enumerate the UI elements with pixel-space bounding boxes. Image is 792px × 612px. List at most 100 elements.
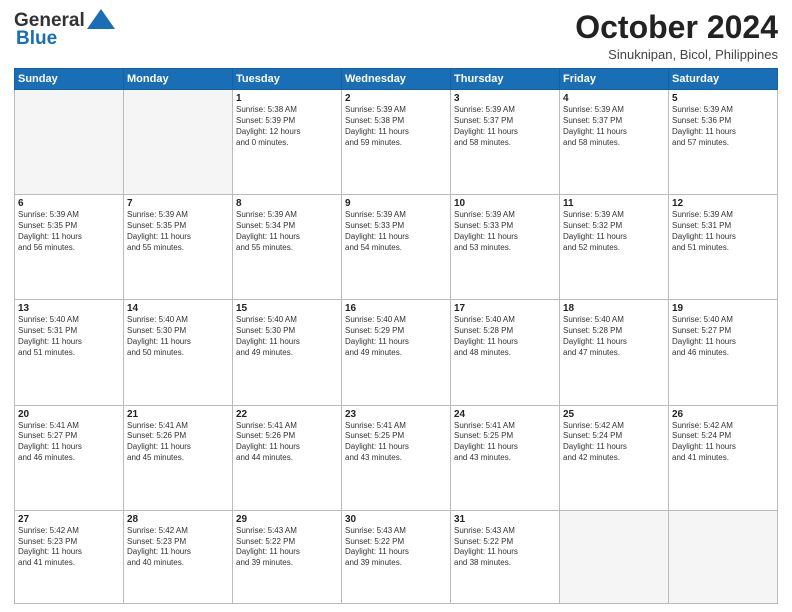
table-row: 12Sunrise: 5:39 AM Sunset: 5:31 PM Dayli… xyxy=(669,195,778,300)
table-row: 15Sunrise: 5:40 AM Sunset: 5:30 PM Dayli… xyxy=(233,300,342,405)
table-row: 7Sunrise: 5:39 AM Sunset: 5:35 PM Daylig… xyxy=(124,195,233,300)
day-number: 22 xyxy=(236,409,338,420)
day-info: Sunrise: 5:40 AM Sunset: 5:30 PM Dayligh… xyxy=(127,315,229,358)
table-row: 26Sunrise: 5:42 AM Sunset: 5:24 PM Dayli… xyxy=(669,405,778,510)
table-row: 19Sunrise: 5:40 AM Sunset: 5:27 PM Dayli… xyxy=(669,300,778,405)
table-row: 10Sunrise: 5:39 AM Sunset: 5:33 PM Dayli… xyxy=(451,195,560,300)
table-row: 8Sunrise: 5:39 AM Sunset: 5:34 PM Daylig… xyxy=(233,195,342,300)
day-number: 14 xyxy=(127,303,229,314)
table-row xyxy=(15,90,124,195)
day-info: Sunrise: 5:42 AM Sunset: 5:23 PM Dayligh… xyxy=(127,526,229,569)
day-number: 12 xyxy=(672,198,774,209)
table-row: 24Sunrise: 5:41 AM Sunset: 5:25 PM Dayli… xyxy=(451,405,560,510)
day-number: 30 xyxy=(345,514,447,525)
logo-icon xyxy=(87,9,115,29)
table-row: 21Sunrise: 5:41 AM Sunset: 5:26 PM Dayli… xyxy=(124,405,233,510)
table-row: 4Sunrise: 5:39 AM Sunset: 5:37 PM Daylig… xyxy=(560,90,669,195)
calendar-week-row: 13Sunrise: 5:40 AM Sunset: 5:31 PM Dayli… xyxy=(15,300,778,405)
day-number: 29 xyxy=(236,514,338,525)
day-info: Sunrise: 5:41 AM Sunset: 5:27 PM Dayligh… xyxy=(18,421,120,464)
day-number: 21 xyxy=(127,409,229,420)
day-info: Sunrise: 5:42 AM Sunset: 5:23 PM Dayligh… xyxy=(18,526,120,569)
table-row xyxy=(560,510,669,603)
day-info: Sunrise: 5:43 AM Sunset: 5:22 PM Dayligh… xyxy=(236,526,338,569)
day-info: Sunrise: 5:40 AM Sunset: 5:31 PM Dayligh… xyxy=(18,315,120,358)
logo-blue: Blue xyxy=(16,28,57,50)
table-row: 23Sunrise: 5:41 AM Sunset: 5:25 PM Dayli… xyxy=(342,405,451,510)
header-sunday: Sunday xyxy=(15,69,124,90)
day-info: Sunrise: 5:40 AM Sunset: 5:29 PM Dayligh… xyxy=(345,315,447,358)
day-info: Sunrise: 5:39 AM Sunset: 5:35 PM Dayligh… xyxy=(127,210,229,253)
calendar-table: Sunday Monday Tuesday Wednesday Thursday… xyxy=(14,68,778,604)
day-info: Sunrise: 5:39 AM Sunset: 5:36 PM Dayligh… xyxy=(672,105,774,148)
day-info: Sunrise: 5:40 AM Sunset: 5:30 PM Dayligh… xyxy=(236,315,338,358)
day-number: 28 xyxy=(127,514,229,525)
day-number: 24 xyxy=(454,409,556,420)
day-info: Sunrise: 5:42 AM Sunset: 5:24 PM Dayligh… xyxy=(672,421,774,464)
day-number: 8 xyxy=(236,198,338,209)
table-row: 25Sunrise: 5:42 AM Sunset: 5:24 PM Dayli… xyxy=(560,405,669,510)
day-number: 23 xyxy=(345,409,447,420)
table-row: 28Sunrise: 5:42 AM Sunset: 5:23 PM Dayli… xyxy=(124,510,233,603)
day-info: Sunrise: 5:42 AM Sunset: 5:24 PM Dayligh… xyxy=(563,421,665,464)
calendar-week-row: 1Sunrise: 5:38 AM Sunset: 5:39 PM Daylig… xyxy=(15,90,778,195)
table-row: 30Sunrise: 5:43 AM Sunset: 5:22 PM Dayli… xyxy=(342,510,451,603)
day-number: 13 xyxy=(18,303,120,314)
calendar-header-row: Sunday Monday Tuesday Wednesday Thursday… xyxy=(15,69,778,90)
table-row: 3Sunrise: 5:39 AM Sunset: 5:37 PM Daylig… xyxy=(451,90,560,195)
day-info: Sunrise: 5:43 AM Sunset: 5:22 PM Dayligh… xyxy=(345,526,447,569)
day-number: 2 xyxy=(345,93,447,104)
table-row xyxy=(124,90,233,195)
calendar-week-row: 6Sunrise: 5:39 AM Sunset: 5:35 PM Daylig… xyxy=(15,195,778,300)
day-info: Sunrise: 5:39 AM Sunset: 5:33 PM Dayligh… xyxy=(345,210,447,253)
title-block: October 2024 Sinuknipan, Bicol, Philippi… xyxy=(575,10,778,62)
day-info: Sunrise: 5:40 AM Sunset: 5:28 PM Dayligh… xyxy=(563,315,665,358)
table-row: 29Sunrise: 5:43 AM Sunset: 5:22 PM Dayli… xyxy=(233,510,342,603)
day-info: Sunrise: 5:39 AM Sunset: 5:37 PM Dayligh… xyxy=(563,105,665,148)
table-row: 5Sunrise: 5:39 AM Sunset: 5:36 PM Daylig… xyxy=(669,90,778,195)
table-row: 16Sunrise: 5:40 AM Sunset: 5:29 PM Dayli… xyxy=(342,300,451,405)
table-row xyxy=(669,510,778,603)
header-friday: Friday xyxy=(560,69,669,90)
table-row: 1Sunrise: 5:38 AM Sunset: 5:39 PM Daylig… xyxy=(233,90,342,195)
day-info: Sunrise: 5:39 AM Sunset: 5:34 PM Dayligh… xyxy=(236,210,338,253)
day-info: Sunrise: 5:41 AM Sunset: 5:25 PM Dayligh… xyxy=(345,421,447,464)
table-row: 6Sunrise: 5:39 AM Sunset: 5:35 PM Daylig… xyxy=(15,195,124,300)
day-number: 11 xyxy=(563,198,665,209)
table-row: 14Sunrise: 5:40 AM Sunset: 5:30 PM Dayli… xyxy=(124,300,233,405)
header-thursday: Thursday xyxy=(451,69,560,90)
table-row: 13Sunrise: 5:40 AM Sunset: 5:31 PM Dayli… xyxy=(15,300,124,405)
header-wednesday: Wednesday xyxy=(342,69,451,90)
page: General Blue October 2024 Sinuknipan, Bi… xyxy=(0,0,792,612)
day-number: 1 xyxy=(236,93,338,104)
table-row: 18Sunrise: 5:40 AM Sunset: 5:28 PM Dayli… xyxy=(560,300,669,405)
day-info: Sunrise: 5:38 AM Sunset: 5:39 PM Dayligh… xyxy=(236,105,338,148)
day-info: Sunrise: 5:40 AM Sunset: 5:28 PM Dayligh… xyxy=(454,315,556,358)
day-number: 25 xyxy=(563,409,665,420)
day-number: 16 xyxy=(345,303,447,314)
table-row: 22Sunrise: 5:41 AM Sunset: 5:26 PM Dayli… xyxy=(233,405,342,510)
day-number: 26 xyxy=(672,409,774,420)
day-number: 6 xyxy=(18,198,120,209)
header-monday: Monday xyxy=(124,69,233,90)
day-info: Sunrise: 5:39 AM Sunset: 5:38 PM Dayligh… xyxy=(345,105,447,148)
location: Sinuknipan, Bicol, Philippines xyxy=(575,47,778,62)
logo: General Blue xyxy=(14,10,115,50)
table-row: 2Sunrise: 5:39 AM Sunset: 5:38 PM Daylig… xyxy=(342,90,451,195)
day-info: Sunrise: 5:41 AM Sunset: 5:26 PM Dayligh… xyxy=(127,421,229,464)
day-info: Sunrise: 5:41 AM Sunset: 5:25 PM Dayligh… xyxy=(454,421,556,464)
day-number: 17 xyxy=(454,303,556,314)
header-saturday: Saturday xyxy=(669,69,778,90)
day-number: 18 xyxy=(563,303,665,314)
day-info: Sunrise: 5:39 AM Sunset: 5:35 PM Dayligh… xyxy=(18,210,120,253)
day-number: 31 xyxy=(454,514,556,525)
day-info: Sunrise: 5:39 AM Sunset: 5:32 PM Dayligh… xyxy=(563,210,665,253)
header-tuesday: Tuesday xyxy=(233,69,342,90)
table-row: 11Sunrise: 5:39 AM Sunset: 5:32 PM Dayli… xyxy=(560,195,669,300)
table-row: 31Sunrise: 5:43 AM Sunset: 5:22 PM Dayli… xyxy=(451,510,560,603)
header: General Blue October 2024 Sinuknipan, Bi… xyxy=(14,10,778,62)
table-row: 17Sunrise: 5:40 AM Sunset: 5:28 PM Dayli… xyxy=(451,300,560,405)
day-number: 7 xyxy=(127,198,229,209)
day-number: 3 xyxy=(454,93,556,104)
calendar-week-row: 20Sunrise: 5:41 AM Sunset: 5:27 PM Dayli… xyxy=(15,405,778,510)
